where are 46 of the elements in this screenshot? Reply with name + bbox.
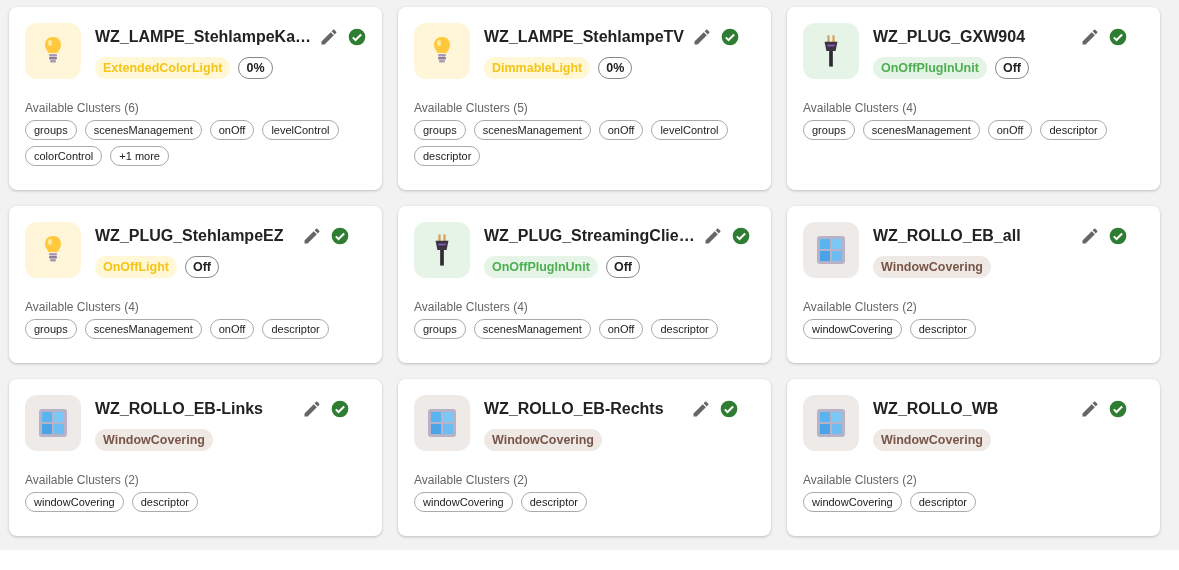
clusters-label: Available Clusters (5)	[414, 101, 529, 115]
device-card[interactable]: WZ_PLUG_StreamingClie… OnOffPlugInUnit Off Available Clusters (4) groups scenesManagement onOff descriptor	[398, 206, 771, 363]
edit-icon[interactable]	[302, 226, 322, 246]
device-name: WZ_ROLLO_WB	[873, 400, 1000, 418]
device-card[interactable]: WZ_ROLLO_WB WindowCovering Available Clusters (2) windowCovering descriptor	[787, 379, 1160, 536]
window-icon	[815, 234, 847, 266]
device-name: WZ_ROLLO_EB-Links	[95, 400, 264, 418]
device-type-badge: OnOffLight	[95, 256, 177, 278]
device-type-badge: WindowCovering	[873, 429, 991, 451]
edit-icon[interactable]	[1080, 27, 1100, 47]
device-name: WZ_PLUG_StreamingClie…	[484, 227, 695, 245]
device-type-badge: WindowCovering	[873, 256, 991, 278]
clusters-label: Available Clusters (2)	[803, 473, 918, 487]
device-type-badge: DimmableLight	[484, 57, 591, 79]
edit-icon[interactable]	[691, 399, 711, 419]
clusters-label: Available Clusters (4)	[803, 101, 918, 115]
device-type-badge: OnOffPlugInUnit	[873, 57, 987, 79]
clusters-label: Available Clusters (2)	[414, 473, 529, 487]
edit-icon[interactable]	[302, 399, 322, 419]
clusters-label: Available Clusters (4)	[25, 300, 140, 314]
window-icon	[37, 407, 69, 439]
device-name: WZ_LAMPE_StehlampeTV	[484, 28, 685, 46]
edit-icon[interactable]	[1080, 226, 1100, 246]
clusters-label: Available Clusters (4)	[414, 300, 529, 314]
device-name: WZ_PLUG_GXW904	[873, 28, 1027, 46]
window-icon	[426, 407, 458, 439]
clusters-label: Available Clusters (2)	[803, 300, 918, 314]
device-card[interactable]: WZ_PLUG_StehlampeEZ OnOffLight Off Available Clusters (4) groups scenesManagement onOff descriptor	[9, 206, 382, 363]
window-icon	[815, 407, 847, 439]
edit-icon[interactable]	[1080, 399, 1100, 419]
device-card[interactable]: WZ_LAMPE_StehlampeTV DimmableLight 0% Available Clusters (5) groups scenesManagement onOff levelControl descriptor	[398, 7, 771, 190]
device-card[interactable]: WZ_PLUG_GXW904 OnOffPlugInUnit Off Available Clusters (4) groups scenesManagement onOff descriptor	[787, 7, 1160, 190]
device-type-badge: WindowCovering	[484, 429, 602, 451]
device-card[interactable]: WZ_ROLLO_EB_all WindowCovering Available Clusters (2) windowCovering descriptor	[787, 206, 1160, 363]
device-type-badge: ExtendedColorLight	[95, 57, 231, 79]
device-type-badge: WindowCovering	[95, 429, 213, 451]
device-card[interactable]: WZ_LAMPE_StehlampeKa… ExtendedColorLight 0% Available Clusters (6) groups scenesManagement onOff levelControl colorControl +1 more	[9, 7, 382, 190]
device-name: WZ_ROLLO_EB-Rechts	[484, 400, 665, 418]
device-card[interactable]: WZ_ROLLO_EB-Rechts WindowCovering Available Clusters (2) windowCovering descriptor	[398, 379, 771, 536]
device-name: WZ_LAMPE_StehlampeKa…	[95, 28, 312, 46]
clusters-label: Available Clusters (6)	[25, 101, 140, 115]
device-name: WZ_ROLLO_EB_all	[873, 227, 1022, 245]
clusters-label: Available Clusters (2)	[25, 473, 140, 487]
device-card[interactable]: WZ_ROLLO_EB-Links WindowCovering Available Clusters (2) windowCovering descriptor	[9, 379, 382, 536]
device-type-badge: OnOffPlugInUnit	[484, 256, 598, 278]
device-name: WZ_PLUG_StehlampeEZ	[95, 227, 285, 245]
